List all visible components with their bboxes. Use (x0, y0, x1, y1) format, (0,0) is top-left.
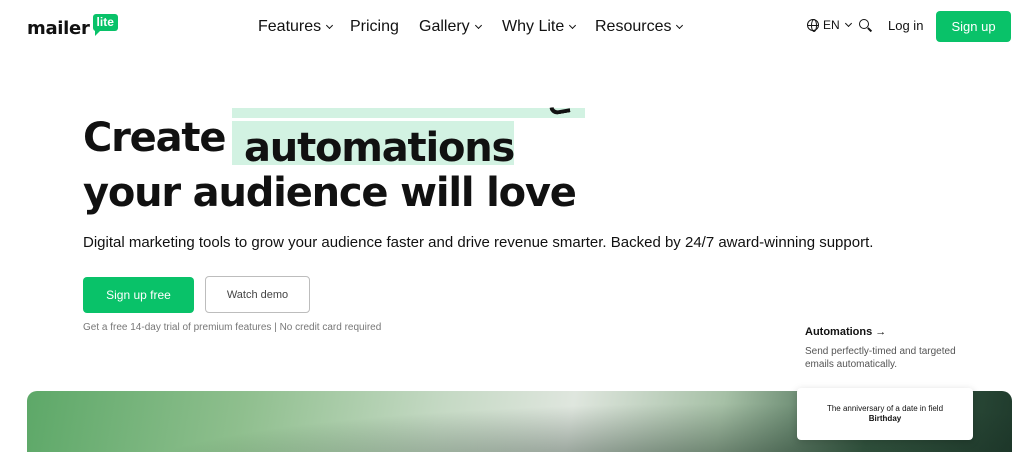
feature-automations-link[interactable]: Automations → (805, 326, 886, 338)
automation-trigger-card: The anniversary of a date in field Birth… (797, 388, 973, 440)
nav-pricing[interactable]: Pricing (350, 18, 399, 36)
nav-resources[interactable]: Resources (595, 18, 684, 36)
nav-why-lite-label: Why Lite (502, 18, 565, 35)
chevron-down-icon (844, 19, 852, 28)
nav-gallery-label: Gallery (419, 18, 470, 35)
site-header: mailer lite Features Pricing Gallery Why… (0, 0, 1024, 52)
language-selector[interactable]: EN (807, 18, 852, 32)
nav-features[interactable]: Features (258, 18, 334, 36)
chevron-down-icon (474, 21, 482, 30)
login-link[interactable]: Log in (888, 18, 923, 33)
logo-text: mailer (27, 18, 90, 39)
headline-word: Create (83, 115, 226, 161)
logo-badge: lite (92, 14, 118, 36)
search-icon[interactable] (859, 19, 873, 32)
headline-rotating-word: automations (244, 125, 515, 171)
chevron-down-icon (676, 21, 684, 30)
globe-icon (807, 19, 819, 32)
signup-button[interactable]: Sign up (936, 11, 1011, 42)
nav-pricing-label: Pricing (350, 18, 399, 35)
nav-features-label: Features (258, 18, 322, 35)
headline-line-2: your audience will love (83, 170, 577, 216)
nav-gallery[interactable]: Gallery (419, 18, 482, 36)
language-label: EN (823, 18, 840, 32)
feature-description: Send perfectly-timed and targeted emails… (805, 346, 956, 370)
nav-resources-label: Resources (595, 18, 672, 35)
chevron-down-icon (326, 21, 334, 30)
mailerlite-logo[interactable]: mailer lite (27, 12, 118, 42)
signup-free-button[interactable]: Sign up free (83, 277, 194, 313)
trigger-field: Birthday (868, 414, 902, 423)
nav-why-lite[interactable]: Why Lite (502, 18, 577, 36)
trigger-text: The anniversary of a date in field (826, 404, 944, 413)
chevron-down-icon (569, 21, 577, 30)
headline-highlight-previous-word (232, 104, 585, 118)
hero-subtitle: Digital marketing tools to grow your aud… (83, 234, 874, 251)
trial-note: Get a free 14-day trial of premium featu… (83, 322, 382, 333)
watch-demo-button[interactable]: Watch demo (205, 276, 310, 313)
